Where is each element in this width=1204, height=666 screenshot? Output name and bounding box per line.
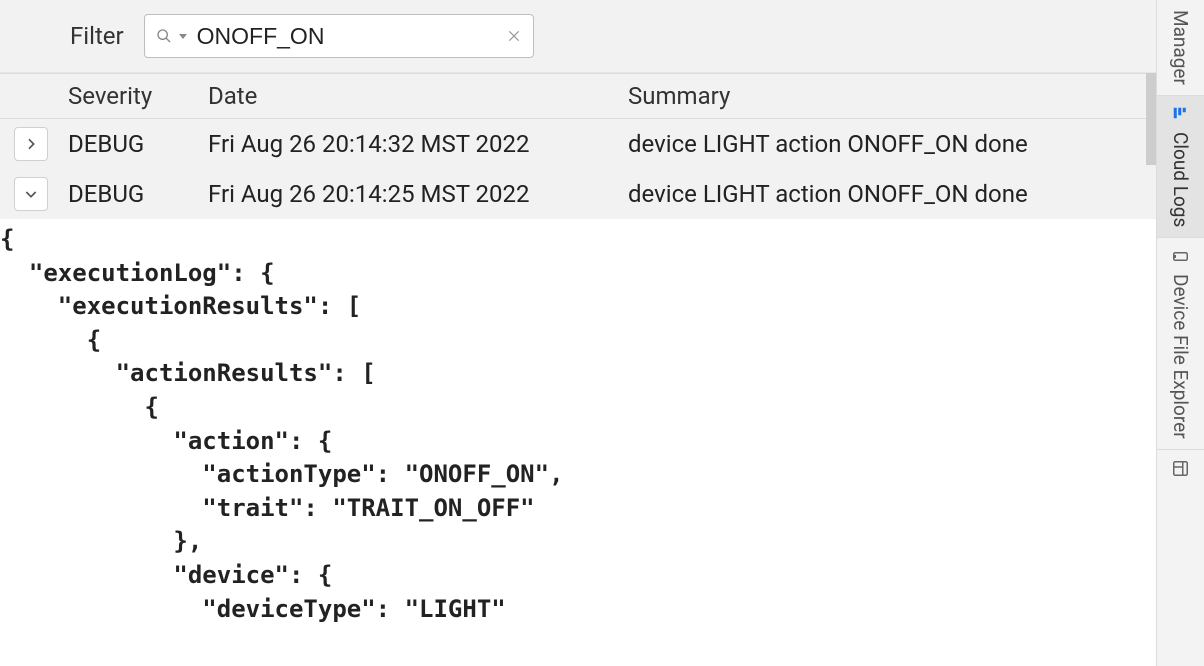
log-table: Severity Date Summary DEBUG Fri Aug 26 2… — [0, 73, 1156, 666]
filter-label: Filter — [70, 22, 124, 50]
panel-tab-device-file-explorer[interactable]: Device File Explorer — [1157, 238, 1204, 450]
panel-tab-manager[interactable]: Manager — [1157, 0, 1204, 96]
filter-input[interactable] — [197, 23, 505, 50]
cloud-logs-icon — [1172, 103, 1190, 126]
device-icon — [1172, 246, 1190, 269]
filter-bar: Filter — [0, 0, 1156, 73]
cell-summary: device LIGHT action ONOFF_ON done — [628, 180, 1156, 208]
col-date: Date — [208, 82, 628, 110]
scrollbar-thumb[interactable] — [1146, 73, 1156, 165]
cell-date: Fri Aug 26 20:14:25 MST 2022 — [208, 180, 628, 208]
table-header: Severity Date Summary — [0, 73, 1156, 119]
search-dropdown-arrow-icon[interactable] — [179, 34, 187, 39]
log-viewer-main: Filter Severity Date Summary — [0, 0, 1156, 666]
panel-tab-label: Cloud Logs — [1169, 132, 1192, 227]
filter-search-box[interactable] — [144, 14, 534, 58]
expand-toggle[interactable] — [14, 177, 48, 211]
panel-tab-extra[interactable] — [1157, 450, 1204, 478]
right-tool-strip: Manager Cloud Logs Device File Explorer — [1156, 0, 1204, 666]
col-severity: Severity — [68, 82, 208, 110]
expanded-json-payload[interactable]: { "executionLog": { "executionResults": … — [0, 219, 1156, 666]
table-row[interactable]: DEBUG Fri Aug 26 20:14:32 MST 2022 devic… — [0, 119, 1156, 169]
cell-severity: DEBUG — [68, 130, 208, 158]
col-summary: Summary — [628, 82, 1156, 110]
chevron-down-icon — [23, 186, 39, 202]
expand-toggle[interactable] — [14, 127, 48, 161]
layout-icon — [1172, 457, 1190, 480]
panel-tab-label: Device File Explorer — [1169, 274, 1192, 439]
table-row[interactable]: DEBUG Fri Aug 26 20:14:25 MST 2022 devic… — [0, 169, 1156, 219]
chevron-right-icon — [23, 136, 39, 152]
cell-severity: DEBUG — [68, 180, 208, 208]
cell-summary: device LIGHT action ONOFF_ON done — [628, 130, 1156, 158]
panel-tab-cloud-logs[interactable]: Cloud Logs — [1157, 96, 1204, 238]
search-icon — [155, 27, 173, 45]
cell-date: Fri Aug 26 20:14:32 MST 2022 — [208, 130, 628, 158]
panel-tab-label: Manager — [1169, 10, 1192, 85]
clear-filter-button[interactable] — [505, 27, 523, 45]
